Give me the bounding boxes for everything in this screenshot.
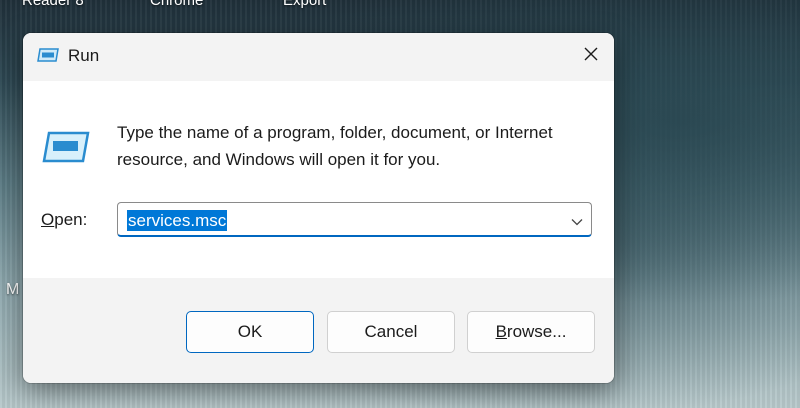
open-label-text: pen: [54,210,88,229]
desktop-icon-label[interactable]: Reader 8 [22,0,84,9]
desktop-icon-label[interactable]: Chrome [150,0,203,9]
browse-button[interactable]: Browse... [467,311,595,353]
cancel-button[interactable]: Cancel [327,311,455,353]
close-button[interactable] [568,33,614,79]
dialog-content: Type the name of a program, folder, docu… [23,81,614,278]
browse-label-text: rowse... [506,322,567,341]
close-icon [583,46,599,67]
title-bar[interactable]: Run [23,33,614,81]
browse-accelerator: B [495,322,507,341]
desktop-icon-label[interactable]: M [6,281,19,299]
dialog-title: Run [68,46,100,65]
run-icon [37,48,59,62]
open-label: Open: [41,210,87,230]
desktop-icon-label[interactable]: Export [283,0,326,9]
dialog-description: Type the name of a program, folder, docu… [117,123,553,169]
open-input[interactable]: services.msc [127,210,228,231]
ok-button[interactable]: OK [186,311,314,353]
run-dialog: Run Type the name of a program, folder, … [23,33,614,383]
open-label-accelerator: O [41,210,55,229]
run-icon [42,131,90,163]
button-bar: OK Cancel Browse... [23,278,614,383]
open-combobox[interactable]: services.msc [117,202,592,237]
chevron-down-icon[interactable] [571,214,583,226]
